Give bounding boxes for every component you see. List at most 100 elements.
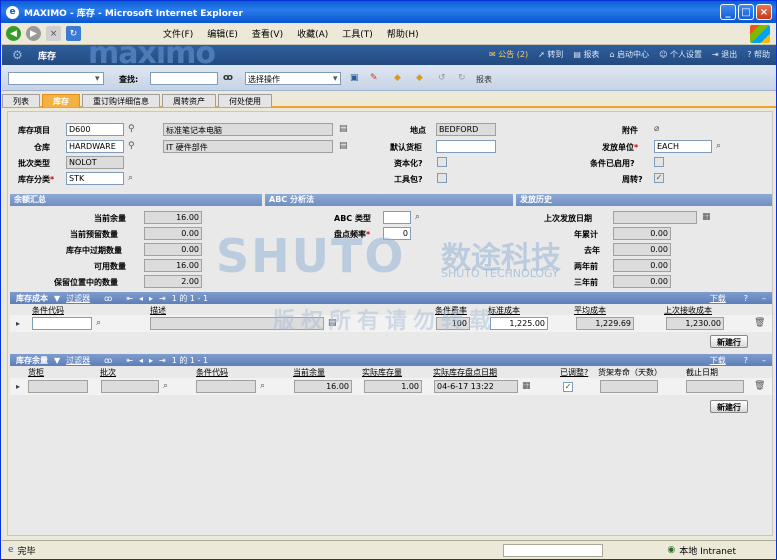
tab-list[interactable]: 列表: [2, 94, 40, 107]
detail-menu-icon[interactable]: ⚲: [128, 141, 135, 151]
prev-page-icon[interactable]: ◂: [139, 356, 143, 365]
col-count-date[interactable]: 实际库存盘点日期: [433, 367, 497, 378]
next-icon[interactable]: ◆: [416, 73, 423, 83]
clear-icon[interactable]: ✎: [370, 73, 378, 83]
save-icon[interactable]: ▣: [350, 73, 359, 83]
long-description-icon[interactable]: ▤: [339, 124, 348, 134]
magnifier-icon[interactable]: ⌕: [415, 212, 420, 222]
rotating-checkbox[interactable]: ✓: [654, 173, 664, 183]
col-condition-code[interactable]: 条件代码: [196, 367, 228, 378]
first-page-icon[interactable]: ⇤: [126, 294, 133, 303]
rotating-label: 周转?: [622, 175, 643, 184]
balance-filter-link[interactable]: 过滤器: [66, 355, 90, 366]
prev-page-icon[interactable]: ◂: [139, 294, 143, 303]
find-input[interactable]: [150, 72, 218, 85]
col-current-balance[interactable]: 当前余量: [293, 367, 325, 378]
condition-enabled-checkbox[interactable]: [654, 157, 664, 167]
capitalized-checkbox[interactable]: [437, 157, 447, 167]
menu-favorites[interactable]: 收藏(A): [297, 27, 328, 40]
row-expand-icon[interactable]: ▸: [16, 382, 20, 391]
minimize-button[interactable]: _: [720, 4, 736, 20]
start-center-link[interactable]: ⌂ 启动中心: [609, 49, 649, 60]
item-input[interactable]: D600: [66, 123, 124, 136]
next-page-icon[interactable]: ▸: [149, 356, 153, 365]
cost-download-link[interactable]: 下载: [710, 293, 726, 304]
magnifier-icon[interactable]: ⌕: [163, 381, 168, 391]
query-select[interactable]: [8, 72, 104, 85]
route-icon[interactable]: ↺: [438, 73, 446, 83]
row-expand-icon[interactable]: ▸: [16, 319, 20, 328]
forward-arrow-icon[interactable]: ▶: [26, 26, 41, 41]
collapse-icon[interactable]: –: [762, 356, 766, 365]
next-page-icon[interactable]: ▸: [149, 294, 153, 303]
tab-where-used[interactable]: 何处使用: [218, 94, 272, 107]
report-label[interactable]: 报表: [476, 74, 492, 85]
reports-link[interactable]: ▤ 报表: [573, 49, 599, 60]
magnifier-icon[interactable]: ⌕: [716, 141, 721, 151]
tab-rotating-assets[interactable]: 周转资产: [162, 94, 216, 107]
col-bin[interactable]: 货柜: [28, 367, 44, 378]
menu-edit[interactable]: 编辑(E): [207, 27, 238, 40]
default-bin-input[interactable]: [436, 140, 496, 153]
funnel-icon[interactable]: ▼: [54, 294, 60, 303]
issue-unit-input[interactable]: EACH: [654, 140, 712, 153]
magnifier-icon[interactable]: ⌕: [96, 318, 101, 328]
abc-type-input[interactable]: [383, 211, 411, 224]
last-page-icon[interactable]: ⇥: [159, 294, 166, 303]
magnifier-icon[interactable]: ⌕: [260, 381, 265, 391]
two-years-label: 两年前: [574, 262, 598, 271]
tab-reorder[interactable]: 重订购详细信息: [82, 94, 160, 107]
funnel-icon[interactable]: ▼: [54, 356, 60, 365]
help-icon[interactable]: ?: [744, 356, 748, 365]
previous-icon[interactable]: ◆: [394, 73, 401, 83]
long-description-icon[interactable]: ▤: [339, 141, 348, 151]
help-link[interactable]: ? 帮助: [747, 49, 770, 60]
store-input[interactable]: HARDWARE: [66, 140, 124, 153]
cost-new-row-button[interactable]: 新建行: [710, 335, 748, 348]
calendar-icon[interactable]: ▦: [702, 212, 711, 222]
binoculars-icon[interactable]: ꝏ: [104, 294, 112, 303]
workflow-icon[interactable]: ↻: [458, 73, 466, 83]
close-button[interactable]: ×: [756, 4, 772, 20]
profile-link[interactable]: ☺ 个人设置: [659, 49, 702, 60]
trash-icon[interactable]: 🗑: [754, 318, 765, 328]
balance-download-link[interactable]: 下载: [710, 355, 726, 366]
calendar-icon[interactable]: ▦: [522, 381, 531, 391]
refresh-icon[interactable]: ↻: [66, 26, 81, 41]
watermark-brand-en: SHUTO TECHNOLOGY: [441, 267, 559, 280]
paperclip-icon[interactable]: ⌀: [654, 124, 659, 134]
col-physical-count[interactable]: 实际库存量: [362, 367, 402, 378]
tab-inventory[interactable]: 库存: [42, 94, 80, 107]
col-lot[interactable]: 批次: [100, 367, 116, 378]
bulletin-link[interactable]: ✉ 公告 (2): [489, 49, 528, 60]
binoculars-icon[interactable]: ꝏ: [104, 356, 112, 365]
action-select[interactable]: 选择操作: [245, 72, 341, 85]
gear-icon: ⚙: [12, 48, 23, 62]
help-icon[interactable]: ?: [744, 294, 748, 303]
col-adjusted[interactable]: 已调整?: [560, 367, 588, 378]
trash-icon[interactable]: 🗑: [754, 381, 765, 391]
menu-help[interactable]: 帮助(H): [387, 27, 419, 40]
signout-link[interactable]: ⇥ 退出: [712, 49, 737, 60]
first-page-icon[interactable]: ⇤: [126, 356, 133, 365]
goto-link[interactable]: ➚ 转到: [538, 49, 563, 60]
binoculars-icon[interactable]: ꝏ: [223, 73, 233, 83]
holding-value: 2.00: [144, 275, 202, 288]
balance-new-row-button[interactable]: 新建行: [710, 400, 748, 413]
category-input[interactable]: STK: [66, 172, 124, 185]
cost-filter-link[interactable]: 过滤器: [66, 293, 90, 304]
cost-condition-code-input[interactable]: [32, 317, 92, 330]
last-page-icon[interactable]: ⇥: [159, 356, 166, 365]
collapse-icon[interactable]: –: [762, 294, 766, 303]
adjusted-checkbox[interactable]: ✓: [563, 382, 573, 392]
maximize-button[interactable]: □: [738, 4, 754, 20]
magnifier-icon[interactable]: ⌕: [128, 173, 133, 183]
menu-tools[interactable]: 工具(T): [342, 27, 373, 40]
kit-checkbox[interactable]: [437, 173, 447, 183]
cost-standard-value[interactable]: 1,225.00: [490, 317, 548, 330]
menu-file[interactable]: 文件(F): [163, 27, 193, 40]
back-arrow-icon[interactable]: ◀: [6, 26, 21, 41]
menu-view[interactable]: 查看(V): [252, 27, 283, 40]
detail-menu-icon[interactable]: ⚲: [128, 124, 135, 134]
stop-icon[interactable]: ×: [46, 26, 61, 41]
